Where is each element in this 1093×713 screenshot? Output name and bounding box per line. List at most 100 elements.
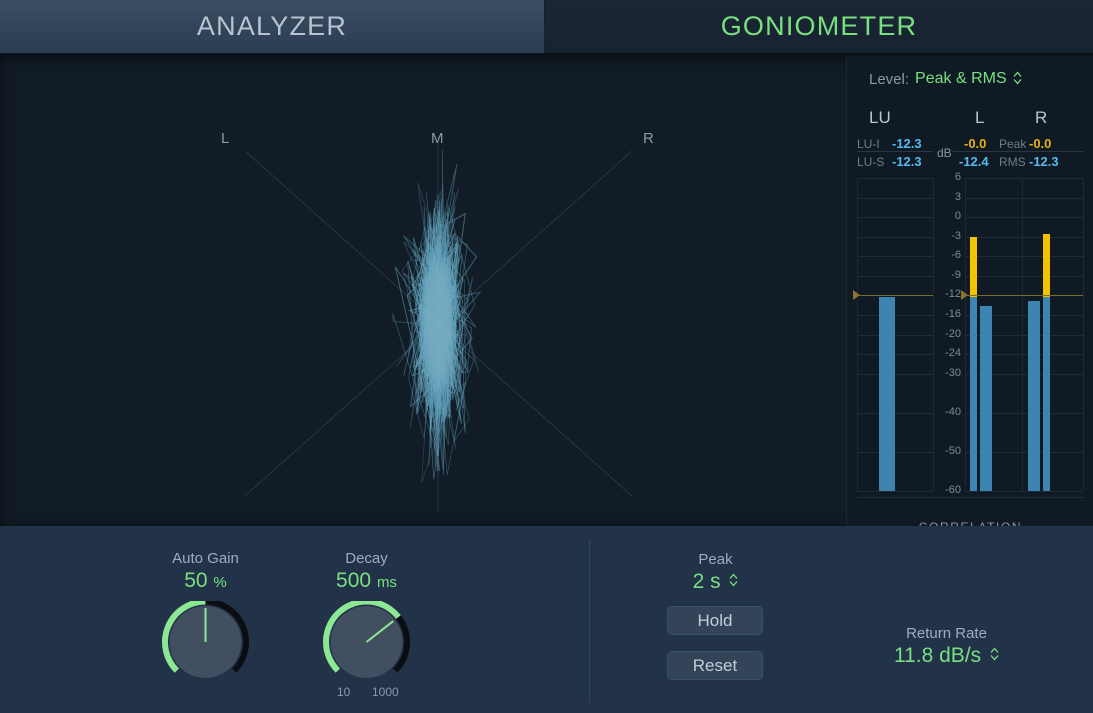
meter-tick-label: -6 [935, 249, 961, 261]
meter-tick-label: 0 [935, 210, 961, 222]
meter-tick-label: -9 [935, 269, 961, 281]
decay-label: Decay [304, 550, 429, 567]
meter-scale[interactable]: 630-3-6-9-12-16-20-24-30-40-50-60 [847, 168, 1093, 493]
decay-control: Decay 500 ms 10 1000 [304, 550, 429, 701]
level-meter-panel: Level: Peak & RMS LU L R LU-I -12.3 LU-S… [846, 56, 1093, 526]
meter-vertical-rule [933, 178, 934, 491]
chevron-updown-icon [729, 572, 738, 590]
panel-divider [589, 540, 590, 702]
peak-label: Peak [653, 551, 778, 568]
peak-control: Peak 2 s [653, 551, 778, 594]
meter-tick-label: -30 [935, 367, 961, 379]
auto-gain-number: 50 [184, 569, 207, 592]
meter-gridline [965, 256, 1083, 257]
meter-gridline [857, 335, 933, 336]
meter-gridline [857, 217, 933, 218]
meter-target-line [967, 295, 1083, 296]
correlation-divider [857, 497, 1084, 498]
decay-range-max: 1000 [372, 685, 399, 699]
meter-tick-label: -16 [935, 308, 961, 320]
readout-lu-i-label: LU-I [857, 137, 880, 151]
return-rate-label: Return Rate [884, 625, 1009, 642]
decay-range-min: 10 [337, 685, 350, 699]
auto-gain-value[interactable]: 50 % [143, 569, 268, 593]
decay-knob[interactable] [304, 601, 429, 683]
hold-button[interactable]: Hold [667, 606, 763, 635]
meter-vertical-rule [965, 178, 966, 491]
meter-tick-label: -20 [935, 328, 961, 340]
meter-tick-label: -24 [935, 347, 961, 359]
meter-gridline [857, 256, 933, 257]
readout-lu-s-label: LU-S [857, 155, 884, 169]
meter-gridline [965, 237, 1083, 238]
readout-peak-right: -0.0 [1029, 136, 1051, 151]
return-rate-control: Return Rate 11.8 dB/s [884, 625, 1009, 668]
meter-gridline [965, 217, 1083, 218]
meter-gridline [857, 178, 933, 179]
peak-value: 2 s [693, 570, 721, 593]
readout-peak-left: -0.0 [964, 136, 986, 151]
meter-bar-left-inner [970, 297, 977, 491]
auto-gain-knob[interactable] [143, 601, 268, 683]
meter-gridline [857, 354, 933, 355]
readout-rms-right: -12.3 [1029, 154, 1059, 169]
return-rate-value: 11.8 dB/s [894, 644, 981, 667]
meter-tick-label: 3 [935, 191, 961, 203]
peak-value-selector[interactable]: 2 s [653, 570, 778, 594]
meter-gridline [857, 198, 933, 199]
goniometer-scope[interactable]: L M R [0, 56, 846, 526]
tab-bar: ANALYZER GONIOMETER [0, 0, 1093, 53]
display-area: L M R Level: Peak & RMS [0, 56, 1093, 526]
meter-tick-label: -50 [935, 445, 961, 457]
meter-gridline [965, 491, 1083, 492]
meter-tick-label: -60 [935, 484, 961, 496]
meter-gridline [965, 198, 1083, 199]
tab-analyzer-label: ANALYZER [197, 11, 347, 42]
return-rate-value-selector[interactable]: 11.8 dB/s [884, 644, 1009, 668]
meter-bar-left-rms [980, 306, 992, 491]
meter-target-line [859, 295, 933, 296]
meter-tick-label: -3 [935, 230, 961, 242]
readout-head-left: L [975, 108, 984, 128]
plugin-window: ANALYZER GONIOMETER L M R Level [0, 0, 1093, 713]
auto-gain-unit: % [213, 574, 226, 591]
meter-tick-label: -40 [935, 406, 961, 418]
meter-gridline [857, 413, 933, 414]
meter-bar-right-inner [1043, 297, 1050, 491]
chevron-updown-glyph [990, 646, 999, 662]
reset-button[interactable]: Reset [667, 651, 763, 680]
level-mode-label: Level: [869, 71, 909, 88]
meter-gridline [857, 315, 933, 316]
meter-bar-right-peak [1043, 234, 1050, 297]
meter-gridline [965, 178, 1083, 179]
meter-tick-label: 6 [935, 171, 961, 183]
auto-gain-knob-graphic [143, 601, 268, 683]
readout-db-unit: dB [937, 146, 952, 160]
chevron-updown-icon [1013, 70, 1022, 88]
meter-gridline [857, 276, 933, 277]
hold-button-label: Hold [698, 611, 733, 631]
readout-head-right: R [1035, 108, 1047, 128]
meter-gridline [857, 491, 933, 492]
tab-analyzer[interactable]: ANALYZER [0, 0, 545, 53]
meter-target-arrow-icon[interactable] [853, 290, 860, 300]
tab-goniometer[interactable]: GONIOMETER [545, 0, 1093, 53]
axis-label-r: R [643, 130, 654, 147]
meter-vertical-rule [1083, 178, 1084, 491]
meter-gridline [857, 374, 933, 375]
decay-number: 500 [336, 569, 371, 592]
level-mode-selector[interactable]: Level: Peak & RMS [869, 70, 1022, 88]
meter-bar-lu [879, 297, 895, 491]
readout-lu-divider [857, 151, 933, 152]
meter-vertical-rule [1022, 178, 1023, 491]
meter-gridline [857, 237, 933, 238]
decay-value[interactable]: 500 ms [304, 569, 429, 593]
goniometer-canvas [0, 56, 846, 526]
readout-lu-i-value: -12.3 [892, 136, 922, 151]
tab-goniometer-label: GONIOMETER [721, 11, 918, 42]
meter-gridline [857, 452, 933, 453]
meter-target-arrow-icon[interactable] [961, 290, 968, 300]
meter-gridline [965, 276, 1083, 277]
axis-label-m: M [431, 130, 444, 147]
chevron-updown-glyph [1013, 70, 1022, 86]
